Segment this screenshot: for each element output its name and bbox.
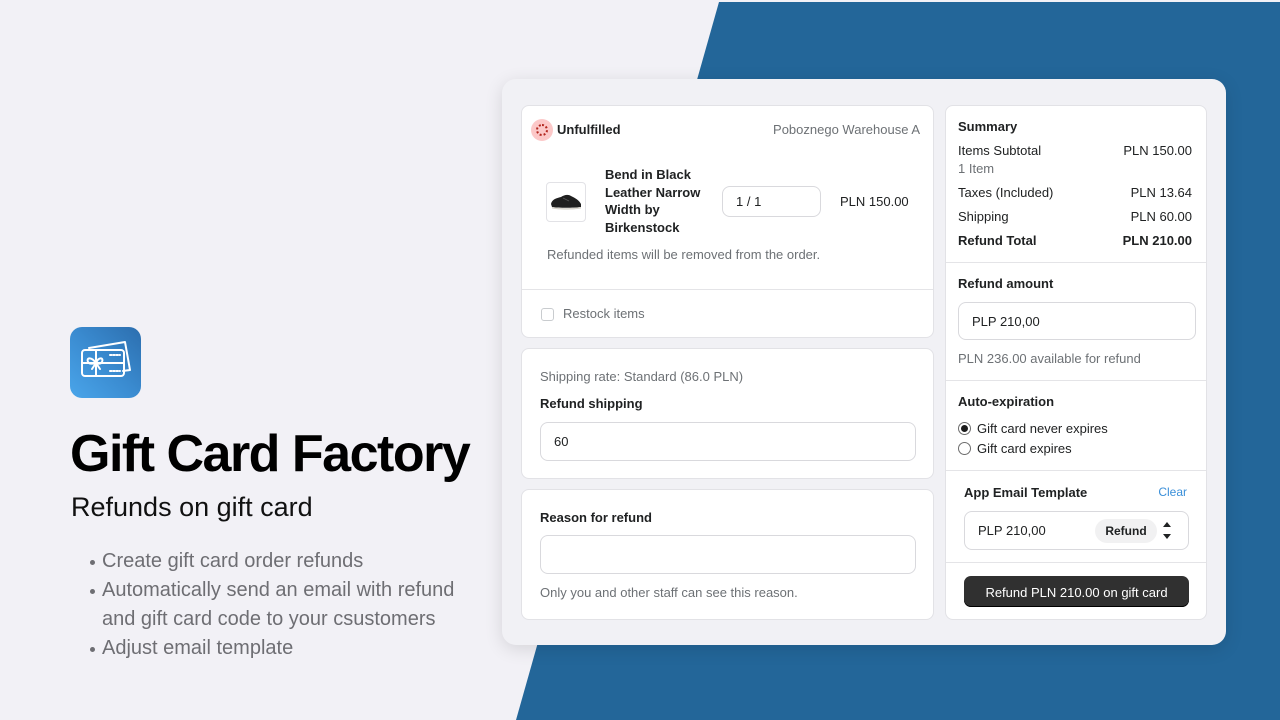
reason-card: Reason for refund Only you and other sta…: [521, 489, 934, 620]
hero-subtitle: Refunds on gift card: [71, 492, 313, 522]
refund-amount-input[interactable]: [958, 302, 1196, 340]
summary-label: Refund Total: [958, 233, 1037, 248]
unfulfilled-icon: [531, 119, 553, 141]
email-template-label: App Email Template: [964, 485, 1088, 500]
summary-label: Taxes (Included): [958, 185, 1054, 200]
radio-expires[interactable]: [958, 442, 971, 455]
template-tag: Refund: [1095, 519, 1157, 543]
feature-item: Create gift card order refunds: [90, 547, 474, 576]
restock-label[interactable]: Restock items: [563, 306, 645, 322]
auto-expiration-label: Auto-expiration: [958, 394, 1055, 409]
clear-link[interactable]: Clear: [1158, 484, 1187, 500]
feature-list: Create gift card order refunds Automatic…: [90, 547, 474, 663]
refund-quantity-input[interactable]: [722, 186, 821, 217]
product-name: Bend in Black Leather Narrow Width by Bi…: [605, 167, 701, 235]
divider: [946, 262, 1206, 263]
fulfillment-status: Unfulfilled: [557, 122, 621, 137]
refund-gift-card-button[interactable]: Refund PLN 210.00 on gift card: [964, 576, 1189, 607]
divider: [522, 289, 933, 290]
summary-value: PLN 60.00: [1130, 209, 1192, 224]
shipping-card: Shipping rate: Standard (86.0 PLN) Refun…: [521, 348, 934, 479]
available-for-refund: PLN 236.00 available for refund: [958, 351, 1141, 366]
summary-value: PLN 150.00: [1123, 143, 1192, 158]
email-template-value: PLP 210,00: [978, 523, 1046, 538]
refund-shipping-input[interactable]: [540, 422, 916, 461]
email-template-select[interactable]: PLP 210,00 Refund: [964, 511, 1189, 550]
product-thumbnail: [546, 182, 586, 222]
fulfillment-card: Unfulfilled Poboznego Warehouse A Bend i…: [521, 105, 934, 338]
warehouse-location: Poboznego Warehouse A: [773, 122, 920, 137]
summary-row-taxes: Taxes (Included) PLN 13.64: [958, 185, 1192, 201]
app-icon: [70, 327, 141, 398]
refund-panel: Unfulfilled Poboznego Warehouse A Bend i…: [502, 79, 1226, 645]
gift-card-icon: [80, 340, 131, 377]
hero-title: Gift Card Factory: [70, 425, 471, 483]
divider: [946, 380, 1206, 381]
summary-row-subtotal: Items Subtotal PLN 150.00: [958, 143, 1192, 159]
select-arrows-icon[interactable]: [1163, 522, 1172, 540]
summary-title: Summary: [958, 119, 1018, 134]
feature-item: Adjust email template: [90, 634, 474, 663]
reason-label: Reason for refund: [540, 510, 652, 525]
summary-card: Summary Items Subtotal PLN 150.00 1 Item…: [945, 105, 1207, 620]
summary-row-total: Refund Total PLN 210.00: [958, 233, 1192, 249]
summary-item-count: 1 Item: [958, 161, 995, 176]
divider: [946, 562, 1206, 563]
shoe-thumbnail: [551, 194, 581, 210]
reason-input[interactable]: [540, 535, 916, 574]
radio-never-expires[interactable]: [958, 422, 971, 435]
radio-label[interactable]: Gift card never expires: [977, 421, 1108, 437]
reason-helper: Only you and other staff can see this re…: [540, 585, 798, 600]
refund-shipping-label: Refund shipping: [540, 396, 643, 411]
feature-item: Automatically send an email with refund …: [90, 576, 474, 634]
summary-label: Shipping: [958, 209, 1009, 224]
refund-amount-label: Refund amount: [958, 276, 1054, 291]
restock-checkbox[interactable]: [541, 308, 554, 321]
product-price: PLN 150.00: [840, 194, 909, 209]
refund-items-note: Refunded items will be removed from the …: [547, 247, 821, 262]
radio-label[interactable]: Gift card expires: [977, 441, 1072, 457]
summary-value: PLN 13.64: [1130, 185, 1192, 200]
summary-row-shipping: Shipping PLN 60.00: [958, 209, 1192, 225]
shipping-rate: Shipping rate: Standard (86.0 PLN): [540, 369, 744, 384]
summary-value: PLN 210.00: [1122, 233, 1192, 248]
divider: [946, 470, 1206, 471]
summary-label: Items Subtotal: [958, 143, 1042, 158]
